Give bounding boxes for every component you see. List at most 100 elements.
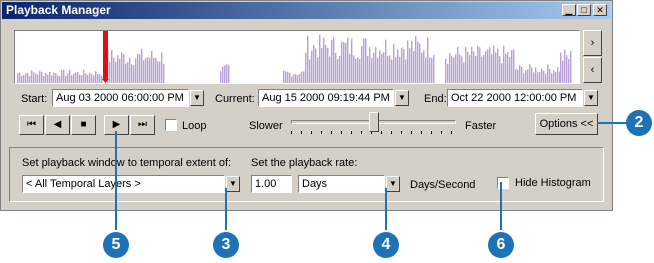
callout-2: 2 bbox=[626, 110, 652, 136]
histogram-bar bbox=[399, 56, 401, 83]
histogram-bar bbox=[309, 59, 311, 83]
playback-window-label: Set playback window to temporal extent o… bbox=[22, 157, 232, 169]
histogram-bar bbox=[525, 70, 527, 83]
histogram-bar bbox=[423, 50, 425, 83]
histogram-bar bbox=[395, 57, 397, 83]
histogram-bar bbox=[97, 74, 99, 83]
playback-manager-window: Playback Manager ▁ □ ✕ › ‹ Start: Aug 03… bbox=[0, 0, 613, 211]
current-time-field[interactable]: Aug 15 2000 09:19:44 PM bbox=[258, 89, 394, 107]
rate-unit-dropdown-icon[interactable]: ▼ bbox=[386, 176, 400, 192]
skip-forward-icon: ⏭ bbox=[138, 119, 147, 130]
histogram-bar bbox=[427, 37, 429, 83]
histogram-bar bbox=[63, 69, 65, 83]
speed-slider-thumb[interactable] bbox=[368, 112, 379, 132]
options-button[interactable]: Options << bbox=[535, 113, 598, 135]
histogram-bar bbox=[489, 46, 491, 83]
histogram-bar bbox=[299, 73, 301, 83]
histogram-bar bbox=[447, 64, 449, 83]
histogram-bar bbox=[323, 37, 325, 83]
close-icon[interactable]: ✕ bbox=[593, 4, 607, 16]
histogram-bar bbox=[570, 50, 572, 83]
histogram-bar bbox=[557, 67, 559, 83]
current-time-dropdown-icon[interactable]: ▼ bbox=[395, 90, 409, 106]
histogram-bar bbox=[147, 57, 149, 83]
histogram-bar bbox=[307, 35, 309, 83]
histogram-bar bbox=[349, 53, 351, 83]
window-title: Playback Manager bbox=[6, 3, 111, 17]
histogram-bar bbox=[123, 54, 125, 83]
histogram-bar bbox=[471, 47, 473, 83]
start-time-dropdown-icon[interactable]: ▼ bbox=[190, 90, 204, 106]
scroll-left-button[interactable]: ‹ bbox=[583, 57, 602, 83]
time-histogram[interactable] bbox=[14, 30, 580, 84]
histogram-bar bbox=[549, 68, 551, 83]
histogram-bar bbox=[43, 75, 45, 83]
histogram-bar bbox=[21, 75, 23, 83]
histogram-bar bbox=[327, 47, 329, 83]
histogram-bar bbox=[347, 37, 349, 83]
end-time-field[interactable]: Oct 22 2000 12:00:00 PM bbox=[447, 89, 583, 107]
slider-tick bbox=[331, 131, 332, 134]
scroll-right-button[interactable]: › bbox=[583, 30, 602, 56]
histogram-bar bbox=[369, 47, 371, 83]
histogram-bar bbox=[69, 69, 71, 83]
histogram-bar bbox=[541, 68, 543, 83]
histogram-bar bbox=[224, 65, 226, 83]
playback-rate-input[interactable]: 1.00 bbox=[251, 175, 292, 193]
play-icon: ▶ bbox=[112, 119, 121, 130]
histogram-bar bbox=[523, 73, 525, 83]
histogram-bar bbox=[473, 51, 475, 83]
maximize-icon[interactable]: □ bbox=[577, 4, 591, 16]
loop-checkbox[interactable] bbox=[165, 119, 177, 131]
play-button[interactable]: ▶ bbox=[104, 115, 129, 135]
histogram-bar bbox=[335, 52, 337, 83]
histogram-bar bbox=[71, 75, 73, 83]
histogram-bar bbox=[81, 75, 83, 83]
histogram-bar bbox=[365, 38, 367, 83]
slider-tick bbox=[311, 131, 312, 134]
hide-histogram-checkbox[interactable] bbox=[497, 177, 509, 189]
histogram-bar bbox=[53, 72, 55, 83]
histogram-bar bbox=[289, 72, 291, 83]
histogram-chart bbox=[17, 31, 572, 83]
title-bar[interactable]: Playback Manager ▁ □ ✕ bbox=[2, 2, 611, 19]
minimize-icon[interactable]: ▁ bbox=[562, 4, 576, 16]
histogram-bar bbox=[57, 75, 59, 83]
playback-window-dropdown-icon[interactable]: ▼ bbox=[226, 176, 240, 192]
histogram-bar bbox=[113, 57, 115, 83]
playback-window-select[interactable]: < All Temporal Layers > bbox=[22, 175, 225, 193]
histogram-bar bbox=[45, 73, 47, 83]
histogram-bar bbox=[487, 49, 489, 83]
histogram-bar bbox=[401, 47, 403, 83]
histogram-bar bbox=[283, 70, 285, 83]
histogram-bar bbox=[151, 50, 153, 83]
histogram-bar bbox=[387, 56, 389, 83]
playback-rate-unit-select[interactable]: Days bbox=[298, 175, 385, 193]
histogram-bar bbox=[35, 73, 37, 83]
step-back-button[interactable]: ◀ bbox=[45, 115, 70, 135]
histogram-bar bbox=[419, 43, 421, 83]
histogram-bar bbox=[379, 50, 381, 83]
end-time-dropdown-icon[interactable]: ▼ bbox=[584, 90, 598, 106]
slider-tick bbox=[411, 131, 412, 134]
slider-tick bbox=[361, 131, 362, 134]
histogram-bar bbox=[315, 48, 317, 83]
step-back-icon: ◀ bbox=[53, 119, 62, 130]
skip-to-end-button[interactable]: ⏭ bbox=[130, 115, 155, 135]
histogram-bar bbox=[135, 58, 137, 83]
start-time-field[interactable]: Aug 03 2000 06:00:00 PM bbox=[52, 89, 189, 107]
current-time-marker[interactable] bbox=[103, 31, 108, 79]
histogram-bar bbox=[393, 43, 395, 83]
histogram-bar bbox=[157, 61, 159, 83]
stop-button[interactable]: ■ bbox=[71, 115, 96, 135]
histogram-bar bbox=[455, 54, 457, 83]
histogram-bar bbox=[407, 40, 409, 83]
histogram-bar bbox=[431, 57, 433, 83]
histogram-bar bbox=[341, 41, 343, 83]
histogram-bar bbox=[325, 44, 327, 83]
histogram-bar bbox=[87, 74, 89, 83]
skip-to-start-button[interactable]: ⏮ bbox=[19, 115, 44, 135]
callout-5: 5 bbox=[103, 232, 129, 258]
histogram-bar bbox=[297, 74, 299, 83]
histogram-bar bbox=[321, 48, 323, 83]
